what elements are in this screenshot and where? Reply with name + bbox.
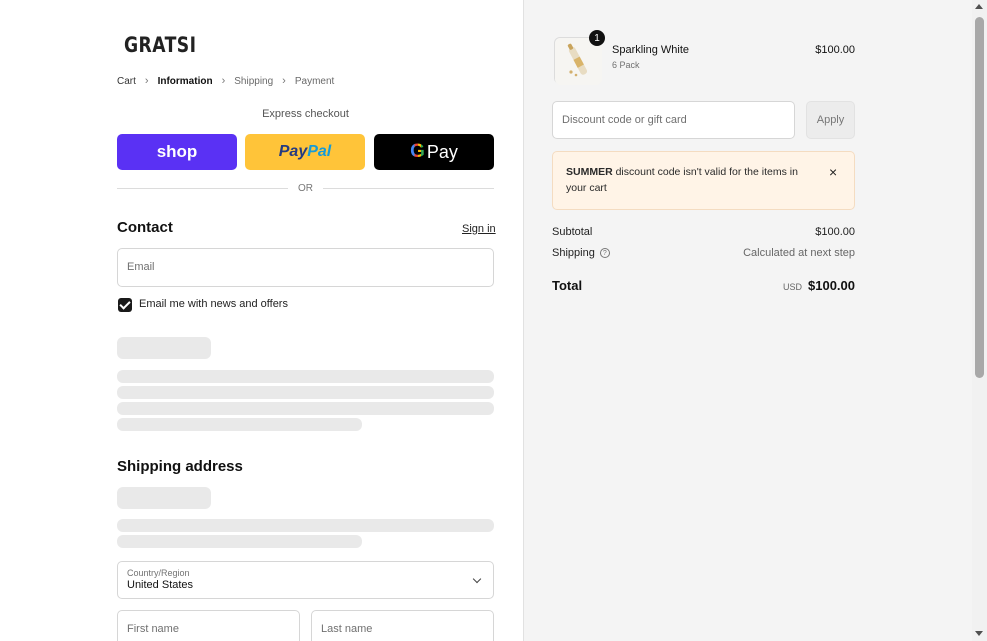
chevron-right-icon: › — [144, 75, 149, 87]
loading-skeleton — [117, 519, 494, 532]
country-label: Country/Region — [127, 568, 190, 578]
total-currency: USD — [782, 282, 802, 292]
newsletter-label[interactable]: Email me with news and offers — [139, 298, 288, 310]
checkout-main: GRATSI Cart › Information › Shipping › P… — [0, 0, 523, 641]
google-g-icon: G — [410, 141, 425, 162]
scrollbar-thumb[interactable] — [975, 17, 984, 378]
subtotal-value: $100.00 — [815, 226, 855, 238]
chevron-right-icon: › — [282, 75, 286, 87]
loading-skeleton — [117, 402, 494, 415]
loading-skeleton — [117, 370, 494, 383]
shipping-address-title: Shipping address — [117, 458, 243, 475]
loading-skeleton — [117, 418, 362, 431]
chevron-down-icon — [472, 574, 482, 584]
divider-line — [323, 188, 494, 189]
email-field[interactable]: Email — [117, 248, 494, 287]
alert-discount-code: SUMMER — [566, 166, 613, 178]
breadcrumb-information: Information — [157, 75, 213, 87]
product-variant: 6 Pack — [612, 60, 640, 70]
subtotal-label: Subtotal — [552, 226, 593, 238]
first-name-field[interactable]: First name — [117, 610, 300, 641]
breadcrumb-shipping: Shipping — [234, 75, 274, 87]
product-name: Sparkling White — [612, 44, 690, 56]
loading-skeleton — [117, 487, 211, 509]
product-price: $100.00 — [815, 44, 855, 56]
total-label: Total — [552, 278, 583, 293]
discount-code-field[interactable]: Discount code or gift card — [552, 101, 795, 139]
last-name-placeholder: Last name — [321, 623, 373, 635]
breadcrumb-payment: Payment — [294, 75, 335, 87]
or-label: OR — [298, 183, 313, 194]
loading-skeleton — [117, 535, 362, 548]
discount-error-alert: SUMMER discount code isn't valid for the… — [552, 151, 855, 210]
paypal-button[interactable]: Pay Pal — [245, 134, 365, 170]
country-select[interactable]: Country/Region United States — [117, 561, 494, 599]
page-scrollbar[interactable] — [972, 0, 987, 641]
breadcrumb-cart[interactable]: Cart — [117, 76, 136, 87]
first-name-placeholder: First name — [127, 623, 179, 635]
paypal-label-part1: Pay — [278, 143, 308, 160]
last-name-field[interactable]: Last name — [311, 610, 494, 641]
product-quantity-badge: 1 — [589, 30, 605, 46]
order-summary-panel — [523, 0, 972, 641]
loading-skeleton — [117, 386, 494, 399]
sign-in-link[interactable]: Sign in — [462, 223, 496, 235]
brand-logo[interactable]: GRATSI — [124, 33, 196, 57]
or-divider: OR — [117, 183, 494, 194]
country-value: United States — [127, 579, 194, 591]
shipping-value: Calculated at next step — [743, 247, 855, 259]
divider-line — [117, 188, 288, 189]
google-pay-button[interactable]: G Pay — [374, 134, 494, 170]
shop-pay-button[interactable]: shop — [117, 134, 237, 170]
email-placeholder: Email — [127, 261, 155, 273]
help-icon[interactable]: ? — [599, 248, 610, 259]
alert-message: SUMMER discount code isn't valid for the… — [566, 164, 806, 196]
contact-title: Contact — [117, 219, 173, 236]
shop-pay-label: shop — [156, 142, 198, 161]
newsletter-checkbox[interactable] — [118, 298, 132, 312]
subtotal-row: Subtotal $100.00 — [552, 226, 855, 238]
shipping-label: Shipping — [552, 247, 595, 259]
breadcrumb: Cart › Information › Shipping › Payment — [117, 75, 334, 87]
close-icon[interactable]: × — [829, 164, 837, 180]
paypal-label-part2: Pal — [307, 143, 332, 160]
total-row: Total USD $100.00 — [552, 278, 855, 293]
scroll-down-arrow-icon[interactable] — [975, 631, 983, 636]
express-checkout-label: Express checkout — [262, 108, 349, 120]
total-value: $100.00 — [808, 278, 855, 293]
loading-skeleton — [117, 337, 211, 359]
apply-discount-button[interactable]: Apply — [806, 101, 855, 139]
scroll-up-arrow-icon[interactable] — [975, 4, 983, 9]
discount-placeholder: Discount code or gift card — [562, 114, 687, 126]
google-pay-label: Pay — [426, 141, 458, 162]
chevron-right-icon: › — [221, 75, 226, 87]
shipping-row: Shipping? Calculated at next step — [552, 247, 855, 259]
